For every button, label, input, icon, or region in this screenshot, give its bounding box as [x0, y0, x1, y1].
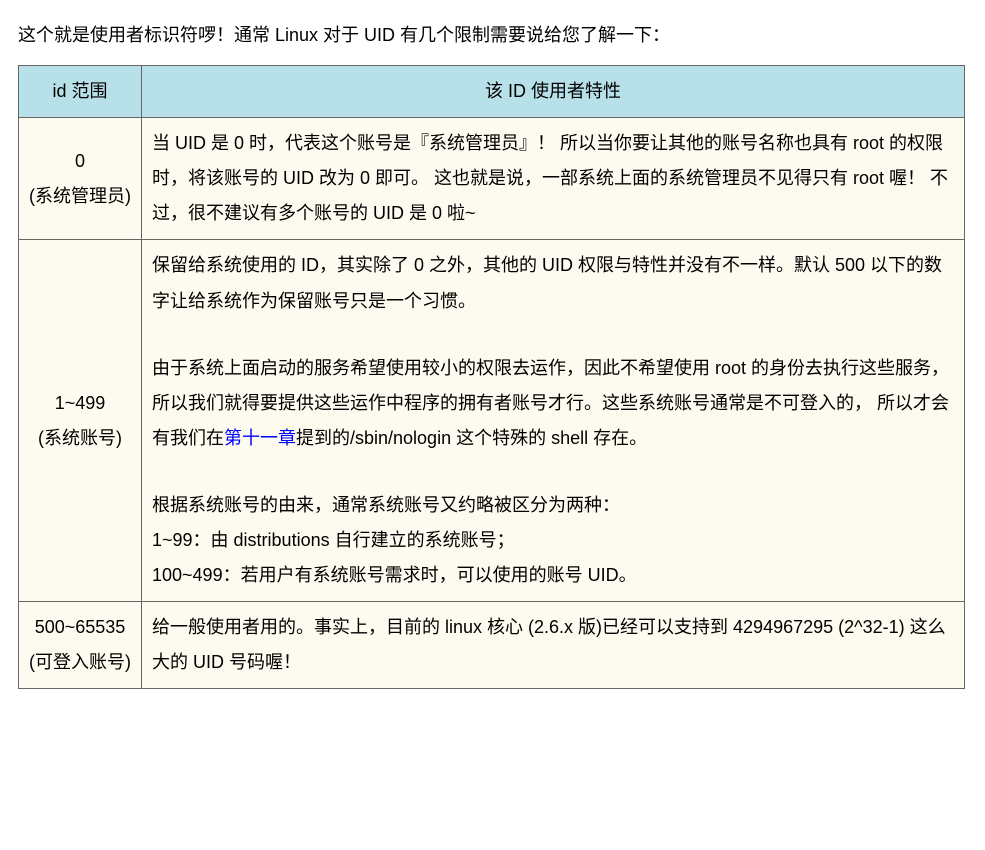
intro-text: 这个就是使用者标识符啰！通常 Linux 对于 UID 有几个限制需要说给您了解…	[18, 18, 965, 53]
table-row: 0 (系统管理员) 当 UID 是 0 时，代表这个账号是『系统管理员』！ 所以…	[19, 118, 965, 240]
table-row: 1~499 (系统账号) 保留给系统使用的 ID，其实除了 0 之外，其他的 U…	[19, 240, 965, 602]
range-cell: 0 (系统管理员)	[19, 118, 142, 240]
desc-cell: 给一般使用者用的。事实上，目前的 linux 核心 (2.6.x 版)已经可以支…	[142, 602, 965, 689]
header-user-feature: 该 ID 使用者特性	[142, 66, 965, 118]
uid-table: id 范围 该 ID 使用者特性 0 (系统管理员) 当 UID 是 0 时，代…	[18, 65, 965, 689]
desc-cell: 当 UID 是 0 时，代表这个账号是『系统管理员』！ 所以当你要让其他的账号名…	[142, 118, 965, 240]
chapter-11-link[interactable]: 第十一章	[224, 428, 296, 448]
header-id-range: id 范围	[19, 66, 142, 118]
range-cell: 500~65535 (可登入账号)	[19, 602, 142, 689]
desc-cell: 保留给系统使用的 ID，其实除了 0 之外，其他的 UID 权限与特性并没有不一…	[142, 240, 965, 602]
desc-para-list: 根据系统账号的由来，通常系统账号又约略被区分为两种：1~99：由 distrib…	[152, 488, 954, 593]
table-row: 500~65535 (可登入账号) 给一般使用者用的。事实上，目前的 linux…	[19, 602, 965, 689]
range-cell: 1~499 (系统账号)	[19, 240, 142, 602]
desc-para-with-link: 由于系统上面启动的服务希望使用较小的权限去运作，因此不希望使用 root 的身份…	[152, 351, 954, 456]
